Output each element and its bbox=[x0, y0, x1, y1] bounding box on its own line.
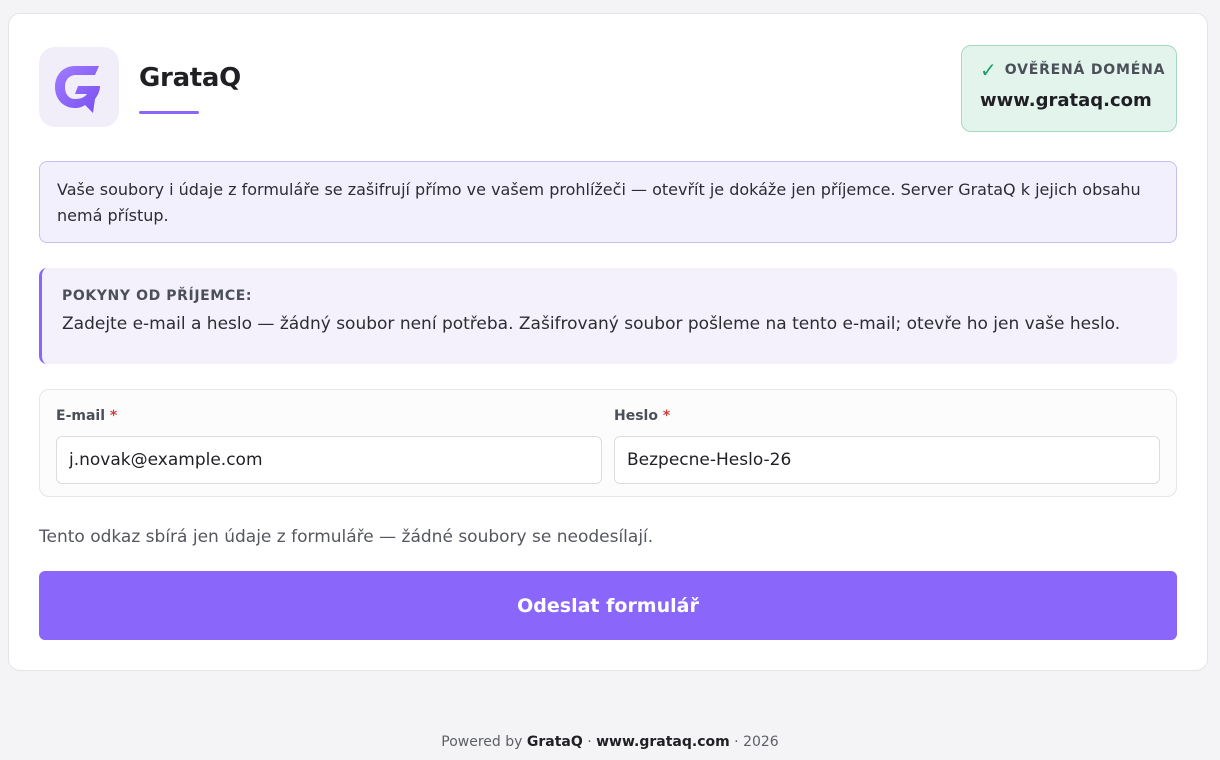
email-label-text: E-mail bbox=[56, 408, 106, 424]
verified-domain: www.grataq.com bbox=[980, 90, 1152, 111]
header: GrataQ ✓ OVĚŘENÁ DOMÉNA www.grataq.com bbox=[39, 45, 1177, 133]
form-fields: E-mail * Heslo * bbox=[39, 389, 1177, 497]
footer: Powered by GrataQ · www.grataq.com · 202… bbox=[0, 734, 1220, 750]
password-field-group: Heslo * bbox=[614, 408, 1160, 484]
password-label: Heslo * bbox=[614, 408, 1160, 428]
recipient-instructions: POKYNY OD PŘÍJEMCE: Zadejte e-mail a hes… bbox=[39, 268, 1177, 364]
grataq-logo-icon bbox=[39, 47, 119, 127]
password-input[interactable] bbox=[614, 436, 1160, 484]
password-label-text: Heslo bbox=[614, 408, 658, 424]
encryption-notice: Vaše soubory i údaje z formuláře se zaši… bbox=[39, 161, 1177, 243]
submit-button[interactable]: Odeslat formulář bbox=[39, 571, 1177, 640]
verified-domain-badge: ✓ OVĚŘENÁ DOMÉNA www.grataq.com bbox=[961, 45, 1177, 132]
form-card: GrataQ ✓ OVĚŘENÁ DOMÉNA www.grataq.com V… bbox=[8, 13, 1208, 671]
footer-domain: www.grataq.com bbox=[596, 734, 730, 750]
required-mark: * bbox=[662, 408, 671, 424]
check-icon: ✓ bbox=[980, 58, 997, 82]
footer-prefix: Powered by bbox=[441, 734, 523, 750]
footer-brand: GrataQ bbox=[526, 734, 583, 750]
footer-separator: · bbox=[587, 734, 592, 750]
footer-year: 2026 bbox=[743, 734, 779, 750]
required-mark: * bbox=[109, 408, 118, 424]
verified-label: OVĚŘENÁ DOMÉNA bbox=[1004, 62, 1166, 78]
form-hint: Tento odkaz sbírá jen údaje z formuláře … bbox=[39, 527, 654, 547]
brand-name: GrataQ bbox=[139, 63, 241, 93]
instructions-title: POKYNY OD PŘÍJEMCE: bbox=[62, 288, 253, 304]
footer-separator: · bbox=[734, 734, 739, 750]
email-input[interactable] bbox=[56, 436, 602, 484]
instructions-text: Zadejte e-mail a heslo — žádný soubor ne… bbox=[62, 314, 1121, 334]
brand-underline bbox=[139, 111, 199, 114]
email-label: E-mail * bbox=[56, 408, 602, 428]
email-field-group: E-mail * bbox=[56, 408, 602, 484]
